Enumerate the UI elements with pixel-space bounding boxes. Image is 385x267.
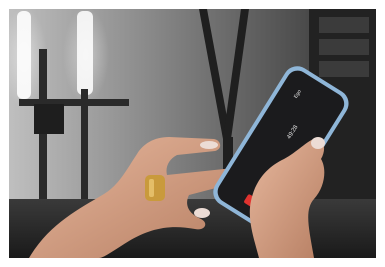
photo: Ego 49:28 — [9, 9, 376, 258]
thumb-nail — [200, 141, 218, 149]
photo-scene: Ego 49:28 — [9, 9, 376, 258]
ring-icon — [145, 175, 165, 201]
finger-nail — [194, 208, 210, 218]
thumb-nail — [311, 137, 325, 149]
